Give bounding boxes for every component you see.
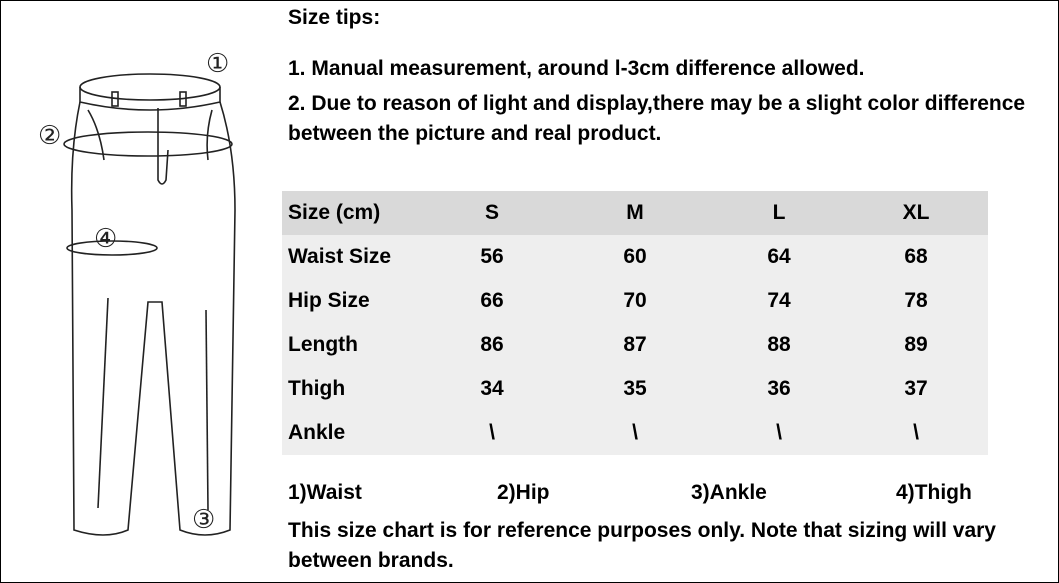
table-row: Thigh 34 35 36 37 bbox=[282, 367, 988, 411]
marker-3: ③ bbox=[192, 505, 215, 535]
header-cell: Size (cm) bbox=[282, 191, 428, 235]
table-cell: 89 bbox=[844, 323, 988, 367]
size-tips-title: Size tips: bbox=[288, 6, 381, 29]
table-cell: 36 bbox=[714, 367, 844, 411]
table-cell: 87 bbox=[556, 323, 714, 367]
table-row: Length 86 87 88 89 bbox=[282, 323, 988, 367]
table-cell: 86 bbox=[428, 323, 556, 367]
table-cell: 37 bbox=[844, 367, 988, 411]
pants-diagram: ① ② ③ ④ bbox=[38, 49, 236, 536]
size-tip-1: 1. Manual measurement, around l-3cm diff… bbox=[288, 57, 865, 80]
header-cell: S bbox=[428, 191, 556, 235]
header-cell: L bbox=[714, 191, 844, 235]
row-label: Hip Size bbox=[282, 279, 428, 323]
table-cell: 88 bbox=[714, 323, 844, 367]
table-cell: 56 bbox=[428, 235, 556, 279]
table-cell: 70 bbox=[556, 279, 714, 323]
marker-4: ④ bbox=[94, 224, 117, 254]
table-row: Waist Size 56 60 64 68 bbox=[282, 235, 988, 279]
reference-note: This size chart is for reference purpose… bbox=[288, 519, 996, 572]
row-label: Thigh bbox=[282, 367, 428, 411]
table-cell: 66 bbox=[428, 279, 556, 323]
header-cell: M bbox=[556, 191, 714, 235]
legend-hip: 2)Hip bbox=[497, 481, 550, 504]
table-cell: \ bbox=[428, 411, 556, 455]
marker-1: ① bbox=[206, 49, 229, 79]
row-label: Length bbox=[282, 323, 428, 367]
table-row: Hip Size 66 70 74 78 bbox=[282, 279, 988, 323]
marker-2: ② bbox=[38, 121, 61, 151]
table-cell: 34 bbox=[428, 367, 556, 411]
legend-thigh: 4)Thigh bbox=[896, 481, 972, 504]
row-label: Waist Size bbox=[282, 235, 428, 279]
legend-waist: 1)Waist bbox=[288, 481, 362, 504]
table-cell: 74 bbox=[714, 279, 844, 323]
size-table-header: Size (cm) S M L XL bbox=[282, 191, 988, 235]
size-tip-2: 2. Due to reason of light and display,th… bbox=[288, 92, 1026, 145]
table-cell: \ bbox=[714, 411, 844, 455]
table-cell: \ bbox=[556, 411, 714, 455]
table-cell: 64 bbox=[714, 235, 844, 279]
legend-ankle: 3)Ankle bbox=[691, 481, 767, 504]
table-cell: \ bbox=[844, 411, 988, 455]
row-label: Ankle bbox=[282, 411, 428, 455]
table-cell: 68 bbox=[844, 235, 988, 279]
table-cell: 60 bbox=[556, 235, 714, 279]
size-table: Size (cm) S M L XL Waist Size 56 60 64 6… bbox=[282, 191, 988, 455]
table-cell: 78 bbox=[844, 279, 988, 323]
table-cell: 35 bbox=[556, 367, 714, 411]
header-cell: XL bbox=[844, 191, 988, 235]
table-row: Ankle \ \ \ \ bbox=[282, 411, 988, 455]
